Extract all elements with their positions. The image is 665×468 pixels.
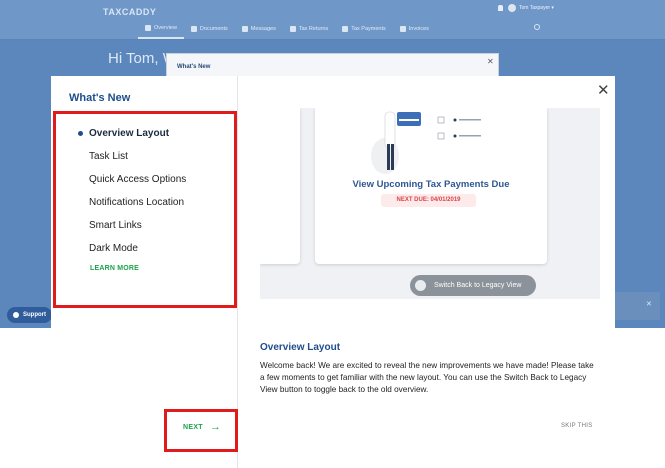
home-icon	[145, 25, 151, 31]
background-dialog-title: What's New	[177, 64, 211, 70]
switch-legacy-view-pill: Switch Back to Legacy View	[410, 275, 536, 296]
content-body: Welcome back! We are excited to reveal t…	[260, 361, 594, 394]
highlight-feature-list	[53, 111, 237, 308]
close-icon: ✕	[487, 57, 494, 66]
close-icon[interactable]: ✕	[646, 300, 652, 308]
preview-headline: View Upcoming Tax Payments Due	[352, 179, 510, 190]
tab-invoices[interactable]: Invoices	[393, 19, 436, 39]
file-icon	[289, 26, 296, 32]
skip-button[interactable]: SKIP THIS	[561, 423, 593, 429]
preview-side-card	[260, 108, 300, 264]
top-navigation: TAXCADDY Overview Documents Messages Tax…	[0, 0, 665, 40]
dollar-icon	[342, 26, 349, 32]
preview-card: View Upcoming Tax Payments Due NEXT DUE:…	[315, 108, 547, 264]
avatar	[508, 4, 516, 12]
next-due-badge: NEXT DUE: 04/01/2019	[381, 194, 476, 207]
preview-image: View Upcoming Tax Payments Due NEXT DUE:…	[260, 108, 600, 299]
invoice-icon	[399, 26, 406, 32]
search-icon[interactable]	[534, 24, 540, 30]
chevron-down-icon: ▾	[550, 5, 554, 11]
message-icon	[241, 26, 248, 32]
tab-documents[interactable]: Documents	[184, 19, 235, 39]
document-icon	[190, 26, 197, 32]
support-icon	[13, 312, 19, 318]
tab-tax-returns[interactable]: Tax Returns	[283, 19, 335, 39]
support-button[interactable]: Support	[7, 307, 52, 323]
main-tabs: Overview Documents Messages Tax Returns …	[138, 19, 436, 39]
swap-icon	[415, 280, 426, 291]
bell-icon[interactable]	[498, 5, 503, 11]
close-icon[interactable]: ✕	[597, 81, 610, 99]
user-menu[interactable]: Tom Taxpayer ▾	[498, 4, 554, 12]
tab-overview[interactable]: Overview	[138, 19, 184, 39]
tab-messages[interactable]: Messages	[235, 19, 283, 39]
content-title: Overview Layout	[260, 342, 341, 353]
taxcaddy-logo: TAXCADDY	[103, 7, 157, 17]
tab-tax-payments[interactable]: Tax Payments	[335, 19, 393, 39]
modal-title: What's New	[69, 92, 131, 104]
person-with-card-illustration	[371, 111, 481, 174]
highlight-next-button	[164, 409, 238, 452]
